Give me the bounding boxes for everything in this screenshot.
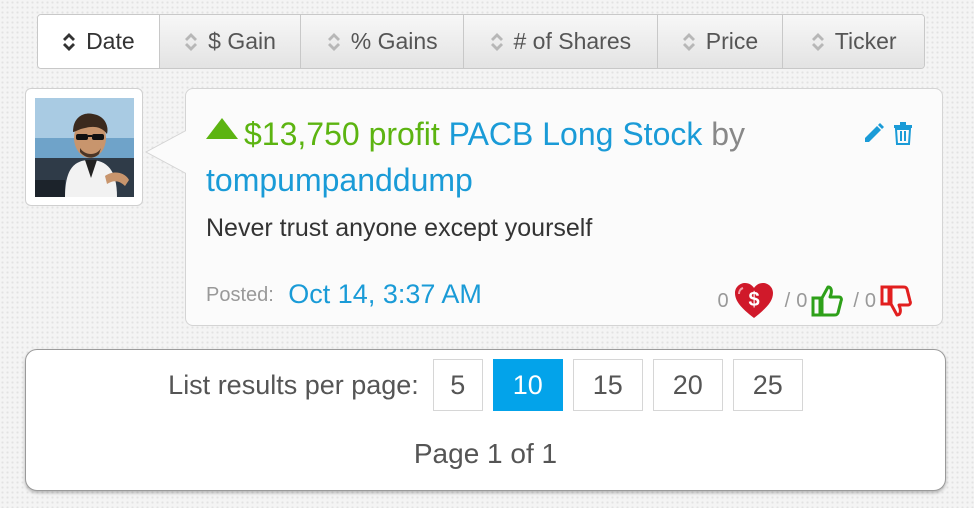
posted-info: Posted: Oct 14, 3:37 AM bbox=[206, 279, 482, 310]
per-page-label: List results per page: bbox=[168, 369, 419, 400]
like-count: 0 bbox=[796, 289, 808, 312]
edit-icon[interactable] bbox=[862, 121, 886, 145]
sort-tab-date[interactable]: Date bbox=[38, 15, 160, 68]
sort-tab-label: Date bbox=[86, 28, 135, 54]
reaction-separator: / bbox=[853, 289, 859, 312]
sort-bar: Date $ Gain % Gains # of Shares Price Ti… bbox=[37, 14, 925, 69]
posted-label: Posted: bbox=[206, 284, 274, 306]
post-actions bbox=[862, 121, 914, 145]
per-page-option-5[interactable]: 5 bbox=[432, 359, 483, 411]
avatar-frame bbox=[25, 88, 143, 206]
avatar[interactable] bbox=[35, 98, 134, 197]
sort-icon bbox=[490, 32, 504, 52]
sort-tab-label: % Gains bbox=[350, 28, 438, 54]
per-page-option-25[interactable]: 25 bbox=[732, 359, 803, 411]
sort-tab-percent-gains[interactable]: % Gains bbox=[301, 15, 465, 68]
profit-amount: $13,750 profit bbox=[244, 116, 440, 152]
per-page-row: List results per page: 5 10 15 20 25 bbox=[26, 359, 945, 411]
sort-tab-gain[interactable]: $ Gain bbox=[159, 15, 302, 68]
thumbs-down-icon[interactable] bbox=[880, 284, 912, 318]
per-page-option-20[interactable]: 20 bbox=[652, 359, 723, 411]
post-comment: Never trust anyone except yourself bbox=[206, 214, 593, 242]
trade-title-link[interactable]: PACB Long Stock bbox=[449, 116, 703, 152]
tip-count: 0 bbox=[717, 289, 729, 312]
reactions: 0 $ / 0 / 0 bbox=[718, 282, 913, 320]
up-arrow-icon bbox=[206, 118, 238, 139]
post-headline: $13,750 profit PACB Long Stock by tompum… bbox=[206, 111, 816, 203]
pagination-panel: List results per page: 5 10 15 20 25 Pag… bbox=[25, 349, 946, 491]
thumbs-up-icon[interactable] bbox=[811, 284, 844, 318]
dislike-count: 0 bbox=[864, 289, 876, 312]
sort-tab-label: # of Shares bbox=[513, 28, 632, 54]
sort-tab-shares[interactable]: # of Shares bbox=[464, 15, 658, 68]
sort-icon bbox=[184, 32, 198, 52]
sort-tab-label: Price bbox=[705, 28, 759, 54]
svg-text:$: $ bbox=[748, 289, 759, 311]
trash-icon[interactable] bbox=[892, 121, 914, 145]
sort-tab-label: $ Gain bbox=[208, 28, 276, 54]
reaction-separator: / bbox=[784, 289, 791, 312]
trade-post-card: $13,750 profit PACB Long Stock by tompum… bbox=[185, 88, 943, 326]
author-link[interactable]: tompumpanddump bbox=[206, 162, 473, 198]
sort-icon bbox=[327, 32, 341, 52]
sort-icon bbox=[811, 32, 825, 52]
card-pointer-fill bbox=[147, 131, 186, 173]
by-text: by bbox=[711, 116, 746, 152]
per-page-option-10[interactable]: 10 bbox=[492, 359, 563, 411]
posted-date-link[interactable]: Oct 14, 3:37 AM bbox=[288, 279, 482, 309]
sort-tab-ticker[interactable]: Ticker bbox=[783, 15, 924, 68]
page-status: Page 1 of 1 bbox=[413, 438, 558, 469]
sort-icon bbox=[62, 32, 76, 52]
sort-tab-price[interactable]: Price bbox=[657, 15, 784, 68]
sort-icon bbox=[682, 32, 696, 52]
sort-tab-label: Ticker bbox=[834, 28, 897, 54]
dollar-heart-icon[interactable]: $ bbox=[733, 282, 775, 320]
per-page-option-15[interactable]: 15 bbox=[572, 359, 643, 411]
